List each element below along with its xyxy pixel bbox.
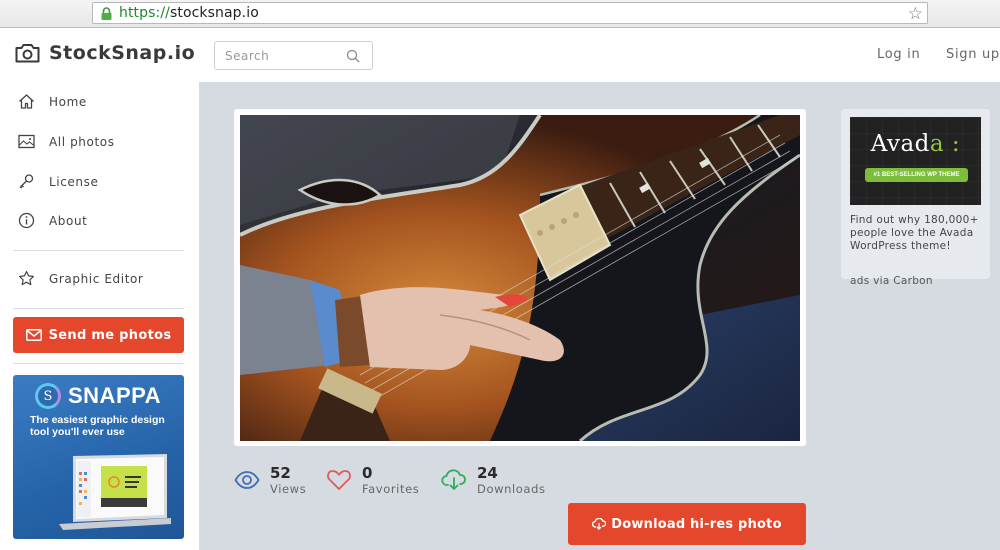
favorites-label: Favorites: [362, 482, 420, 496]
sidebar-divider: [13, 308, 184, 309]
snappa-logo-icon: S: [35, 383, 61, 409]
search-box[interactable]: [214, 41, 373, 70]
url-text: https://stocksnap.io: [119, 5, 259, 21]
favorites-count: 0: [362, 464, 373, 482]
photo-image[interactable]: [240, 115, 800, 441]
sidebar-item-about[interactable]: About: [18, 212, 87, 229]
guitar-photo-icon: [240, 115, 800, 441]
login-link[interactable]: Log in: [877, 47, 920, 62]
info-icon: [18, 212, 35, 229]
url-host: stocksnap.io: [169, 5, 259, 21]
sidebar: Home All photos License About Graphic Ed…: [0, 82, 199, 550]
image-icon: [18, 134, 35, 149]
main-content: 52 Views 0 Favorites 24 Downloads Downlo…: [199, 82, 1000, 550]
envelope-icon: [25, 329, 42, 341]
sidebar-item-label: Graphic Editor: [49, 271, 144, 286]
snappa-header: S SNAPPA: [35, 383, 161, 409]
url-scheme: https://: [119, 5, 170, 21]
sidebar-item-graphic-editor[interactable]: Graphic Editor: [18, 270, 143, 287]
sidebar-item-label: Home: [49, 94, 87, 109]
carbon-ad-text[interactable]: Find out why 180,000+ people love the Av…: [850, 214, 986, 253]
carbon-ad: Avada : #1 BEST-SELLING WP THEME Find ou…: [841, 109, 990, 287]
sidebar-divider: [13, 363, 184, 364]
laptop-illustration-icon: [59, 454, 171, 530]
sidebar-item-label: All photos: [49, 134, 115, 149]
key-icon: [19, 174, 34, 189]
browser-toolbar: https://stocksnap.io ☆: [0, 0, 1000, 28]
sidebar-item-label: License: [49, 174, 99, 189]
lock-icon: [101, 7, 112, 20]
heart-icon[interactable]: [326, 469, 352, 491]
avada-brand-main: Avad: [870, 131, 930, 157]
snappa-tagline: The easiest graphic design tool you'll e…: [30, 414, 165, 438]
sidebar-item-label: About: [49, 213, 88, 228]
send-me-photos-label: Send me photos: [48, 327, 172, 343]
avada-ad-image[interactable]: Avada : #1 BEST-SELLING WP THEME: [850, 117, 981, 205]
snappa-brand: SNAPPA: [68, 383, 162, 408]
avada-pill: #1 BEST-SELLING WP THEME: [865, 168, 968, 182]
send-me-photos-button[interactable]: Send me photos: [13, 317, 184, 353]
downloads-count: 24: [477, 464, 498, 482]
logo-text: StockSnap.io: [49, 42, 196, 64]
bookmark-star-icon[interactable]: ☆: [908, 4, 923, 24]
stat-downloads: 24 Downloads: [441, 464, 546, 496]
home-icon: [19, 94, 34, 109]
downloads-label: Downloads: [477, 482, 546, 496]
stat-views: 52 Views: [234, 464, 306, 496]
download-button-label: Download hi-res photo: [611, 516, 782, 532]
photo-frame: [234, 109, 806, 446]
sidebar-divider: [13, 250, 184, 251]
views-label: Views: [270, 482, 307, 496]
eye-icon: [234, 471, 260, 489]
avada-logo: Avada :: [850, 131, 981, 157]
site-header: StockSnap.io Log in Sign up: [0, 29, 1000, 82]
avada-brand-accent: a :: [929, 131, 961, 157]
search-input[interactable]: [225, 47, 345, 65]
sidebar-item-all-photos[interactable]: All photos: [18, 133, 115, 150]
views-count: 52: [270, 464, 291, 482]
ads-via-carbon-link[interactable]: ads via Carbon: [850, 275, 933, 287]
signup-link[interactable]: Sign up: [946, 47, 1000, 62]
site-logo[interactable]: StockSnap.io: [15, 42, 195, 64]
snappa-ad[interactable]: S SNAPPA The easiest graphic design tool…: [13, 375, 184, 539]
cloud-download-icon: [441, 469, 466, 490]
cloud-download-icon: [592, 518, 607, 530]
search-icon[interactable]: [346, 49, 360, 63]
sidebar-item-home[interactable]: Home: [18, 93, 87, 110]
address-bar[interactable]: https://stocksnap.io ☆: [92, 2, 928, 24]
camera-icon: [15, 44, 40, 63]
sidebar-item-license[interactable]: License: [18, 173, 98, 190]
star-icon: [19, 270, 34, 286]
snappa-logo-letter: S: [43, 388, 53, 404]
stat-favorites[interactable]: 0 Favorites: [326, 464, 419, 496]
download-hi-res-button[interactable]: Download hi-res photo: [568, 503, 806, 545]
